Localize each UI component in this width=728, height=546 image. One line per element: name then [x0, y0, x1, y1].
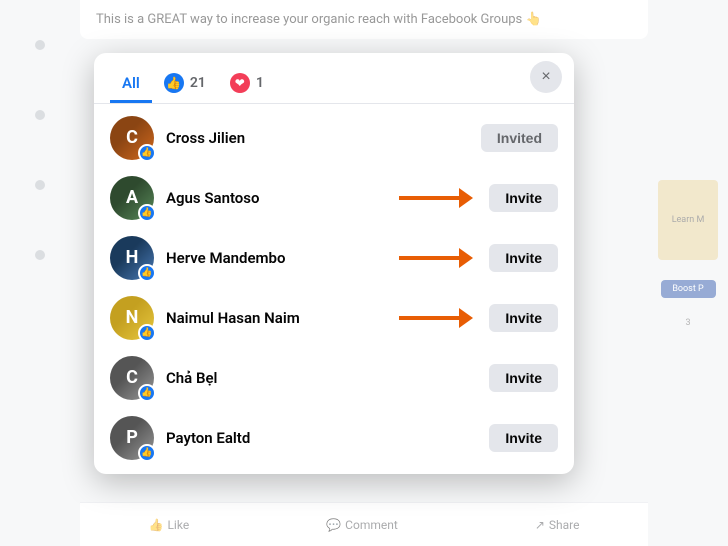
invite-button[interactable]: Invite [489, 184, 558, 212]
love-reaction-icon: ❤ [230, 73, 250, 93]
list-item: P👍 Payton Ealtd Invite [94, 408, 574, 468]
list-item: C👍 Chả Bẹl Invite [94, 348, 574, 408]
invite-button[interactable]: Invite [489, 304, 558, 332]
list-item: H👍 Herve Mandembo Invite [94, 228, 574, 288]
reaction-badge: 👍 [138, 384, 156, 402]
tab-love[interactable]: ❤ 1 [218, 65, 276, 104]
like-reaction-icon: 👍 [164, 73, 184, 93]
tab-all[interactable]: All [110, 66, 152, 103]
invited-button[interactable]: Invited [481, 124, 558, 152]
invite-arrow [399, 188, 473, 208]
modal-tabs: All 👍 21 ❤ 1 × [94, 53, 574, 104]
user-name: Cross Jilien [166, 129, 469, 147]
user-name: Payton Ealtd [166, 429, 477, 447]
reaction-badge: 👍 [138, 444, 156, 462]
tab-like[interactable]: 👍 21 [152, 65, 218, 104]
reactions-modal: All 👍 21 ❤ 1 × C👍 Cross Jilien Invited A👍 Ag… [94, 53, 574, 474]
avatar: P👍 [110, 416, 154, 460]
avatar: C👍 [110, 356, 154, 400]
avatar: N👍 [110, 296, 154, 340]
user-name: Herve Mandembo [166, 249, 387, 267]
love-count: 1 [256, 75, 264, 91]
invite-arrow [399, 248, 473, 268]
list-item: C👍 Cross Jilien Invited [94, 108, 574, 168]
close-button[interactable]: × [530, 61, 562, 93]
reaction-badge: 👍 [138, 324, 156, 342]
user-name: Naimul Hasan Naim [166, 309, 387, 327]
tab-all-label: All [122, 74, 140, 92]
avatar: A👍 [110, 176, 154, 220]
invite-button[interactable]: Invite [489, 424, 558, 452]
modal-backdrop: All 👍 21 ❤ 1 × C👍 Cross Jilien Invited A👍 Ag… [0, 0, 728, 546]
user-name: Agus Santoso [166, 189, 387, 207]
list-item: L👍Leidy JhoInvite [94, 468, 574, 474]
invite-button[interactable]: Invite [489, 364, 558, 392]
reaction-badge: 👍 [138, 264, 156, 282]
avatar: H👍 [110, 236, 154, 280]
user-name: Chả Bẹl [166, 369, 477, 387]
list-item: N👍 Naimul Hasan Naim Invite [94, 288, 574, 348]
like-count: 21 [190, 75, 206, 91]
reaction-badge: 👍 [138, 204, 156, 222]
invite-arrow [399, 308, 473, 328]
avatar: C👍 [110, 116, 154, 160]
reaction-badge: 👍 [138, 144, 156, 162]
list-item: A👍 Agus Santoso Invite [94, 168, 574, 228]
user-list: C👍 Cross Jilien Invited A👍 Agus Santoso Invit… [94, 104, 574, 474]
invite-button[interactable]: Invite [489, 244, 558, 272]
